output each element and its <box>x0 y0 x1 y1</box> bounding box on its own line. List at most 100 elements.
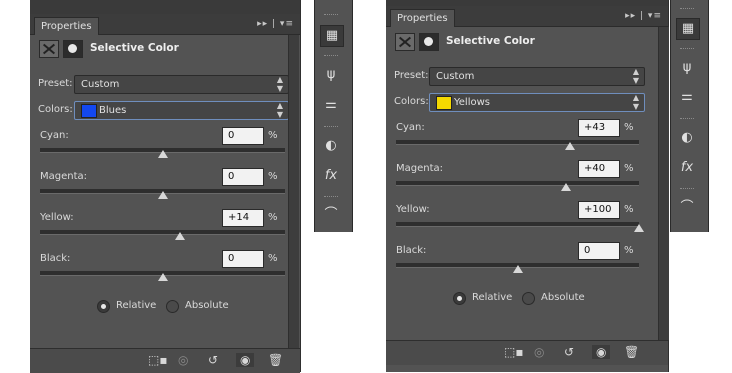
tab-bar: Properties ▸▸ | ▾≡ <box>30 14 300 35</box>
preset-value: Custom <box>81 79 120 90</box>
slider-label: Black: <box>396 245 427 256</box>
slider-track[interactable] <box>396 181 639 186</box>
panel-menu-icon[interactable]: ▸▸ | ▾≡ <box>257 19 294 29</box>
brush-presets-icon[interactable]: ⚌ <box>676 87 698 107</box>
adjustments-icon[interactable]: ▦ <box>320 25 344 47</box>
adjustments-icon[interactable]: ▦ <box>676 18 700 40</box>
slider-label: Cyan: <box>40 130 69 141</box>
layer-mask-icon[interactable] <box>63 40 83 58</box>
fx-icon[interactable]: fx <box>676 158 698 178</box>
absolute-label: Absolute <box>185 300 229 311</box>
trash-icon[interactable]: 🗑 <box>624 345 639 359</box>
slider-label: Magenta: <box>40 171 88 182</box>
reset-icon[interactable]: ↺ <box>564 345 574 359</box>
slider-track[interactable] <box>396 222 639 227</box>
percent-unit: % <box>268 130 278 141</box>
percent-unit: % <box>624 204 634 215</box>
view-previous-icon[interactable]: ◎ <box>534 345 544 359</box>
relative-label: Relative <box>472 292 513 303</box>
preset-select[interactable]: Custom ▲ ▼ <box>429 67 645 86</box>
dock-grip <box>324 126 338 129</box>
eye-icon[interactable]: ◉ <box>592 345 611 359</box>
slider-thumb[interactable] <box>564 142 575 150</box>
select-arrows-icon: ▲ ▼ <box>632 67 639 85</box>
panel-menu-icon[interactable]: ▸▸ | ▾≡ <box>625 11 662 21</box>
layer-mask-icon[interactable] <box>419 33 439 51</box>
slider-thumb[interactable] <box>174 232 185 240</box>
percent-unit: % <box>268 212 278 223</box>
panel-title: Selective Color <box>90 42 179 54</box>
view-previous-icon[interactable]: ◎ <box>178 353 188 367</box>
trash-icon[interactable]: 🗑 <box>268 353 283 367</box>
preset-select[interactable]: Custom ▲ ▼ <box>74 75 289 94</box>
brush-presets-icon[interactable]: ⚌ <box>320 95 342 115</box>
top-strip <box>30 0 300 14</box>
colors-label: Colors: <box>394 96 429 107</box>
panel-title: Selective Color <box>446 35 535 47</box>
absolute-radio[interactable] <box>166 300 179 313</box>
bottom-toolbar: ⬚▪ ◎ ↺ ◉ 🗑 <box>386 340 668 365</box>
slider-value-input[interactable]: 0 <box>222 168 264 186</box>
dock-strip-left: ▦ ψ ⚌ ◐ fx ⌒ <box>314 0 353 232</box>
slider-thumb[interactable] <box>157 150 168 158</box>
absolute-label: Absolute <box>541 292 585 303</box>
adjustment-layer-icon[interactable] <box>39 40 59 58</box>
scrollbar[interactable] <box>288 35 299 348</box>
slider-track[interactable] <box>396 140 639 145</box>
dock-grip <box>680 48 694 51</box>
relative-radio[interactable] <box>97 300 110 313</box>
dock-grip <box>680 118 694 121</box>
colors-select[interactable]: Blues ▲ ▼ <box>74 101 289 120</box>
select-arrows-icon: ▲ ▼ <box>276 75 283 93</box>
slider-label: Yellow: <box>40 212 74 223</box>
slider-label: Black: <box>40 253 71 264</box>
slider-value-input[interactable]: +14 <box>222 209 264 227</box>
styles-icon[interactable]: ◐ <box>320 136 342 156</box>
tab-bar: Properties ▸▸ | ▾≡ <box>386 6 668 27</box>
adjustment-layer-icon[interactable] <box>395 33 415 51</box>
percent-unit: % <box>624 163 634 174</box>
brushes-icon[interactable]: ψ <box>320 65 342 85</box>
slider-label: Yellow: <box>396 204 430 215</box>
slider-thumb[interactable] <box>157 273 168 281</box>
slider-value-input[interactable]: 0 <box>222 250 264 268</box>
slider-value-input[interactable]: +40 <box>578 160 620 178</box>
slider-value-input[interactable]: 0 <box>578 242 620 260</box>
scrollbar[interactable] <box>658 27 669 340</box>
dock-grip <box>324 196 338 199</box>
slider-value-input[interactable]: 0 <box>222 127 264 145</box>
colors-label: Colors: <box>38 104 73 115</box>
colors-select[interactable]: Yellows ▲ ▼ <box>429 93 645 112</box>
slider-value-input[interactable]: +43 <box>578 119 620 137</box>
tab-properties[interactable]: Properties <box>34 17 99 35</box>
reset-icon[interactable]: ↺ <box>208 353 218 367</box>
slider-thumb[interactable] <box>561 183 572 191</box>
clip-to-layer-icon[interactable]: ⬚▪ <box>504 345 523 359</box>
slider-thumb[interactable] <box>634 224 644 232</box>
preset-label: Preset: <box>38 78 73 89</box>
percent-unit: % <box>624 122 634 133</box>
styles-icon[interactable]: ◐ <box>676 128 698 148</box>
dock-grip <box>324 14 338 17</box>
properties-panel-left: Properties ▸▸ | ▾≡ Selective Color Prese… <box>30 0 301 373</box>
slider-value-input[interactable]: +100 <box>578 201 620 219</box>
percent-unit: % <box>624 245 634 256</box>
paths-icon[interactable]: ⌒ <box>320 205 342 225</box>
slider-thumb[interactable] <box>512 265 523 273</box>
brushes-icon[interactable]: ψ <box>676 58 698 78</box>
properties-panel-right: Properties ▸▸ | ▾≡ Selective Color Prese… <box>386 0 669 372</box>
paths-icon[interactable]: ⌒ <box>676 198 698 218</box>
relative-radio[interactable] <box>453 292 466 305</box>
color-swatch <box>81 104 97 118</box>
absolute-radio[interactable] <box>522 292 535 305</box>
clip-to-layer-icon[interactable]: ⬚▪ <box>148 353 167 367</box>
slider-thumb[interactable] <box>157 191 168 199</box>
eye-icon[interactable]: ◉ <box>236 353 255 367</box>
tab-properties[interactable]: Properties <box>390 9 455 27</box>
colors-value: Blues <box>99 105 127 116</box>
dock-grip <box>324 55 338 58</box>
colors-value: Yellows <box>454 97 490 108</box>
slider-track[interactable] <box>40 230 285 235</box>
fx-icon[interactable]: fx <box>320 166 342 186</box>
color-swatch <box>436 96 452 110</box>
